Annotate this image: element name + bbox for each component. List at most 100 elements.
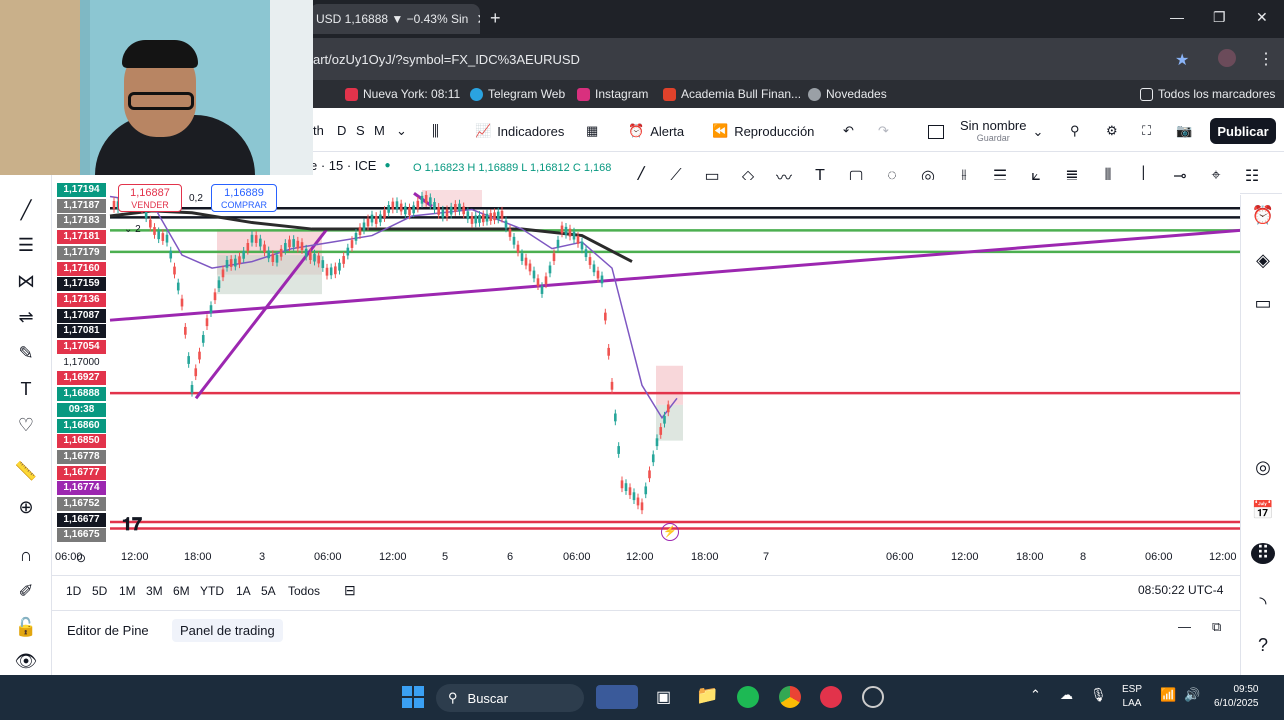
candle (180, 298, 184, 307)
bookmark-instagram[interactable]: Instagram (577, 87, 648, 101)
candle (540, 286, 544, 294)
settings-icon[interactable]: ⚙ (1106, 123, 1118, 139)
undo-icon[interactable]: ↶ (843, 123, 854, 139)
magnet-icon[interactable]: ∩ (14, 545, 38, 566)
fullscreen-icon[interactable]: ⛶ (1142, 123, 1151, 139)
forecast-tool-icon[interactable]: ⇌ (14, 307, 38, 328)
redo-icon[interactable]: ↷ (878, 123, 889, 139)
cloud-icon[interactable]: ☁ (1060, 687, 1073, 703)
lock-icon[interactable]: 🔓 (14, 617, 38, 638)
heart-icon[interactable]: ♡ (14, 415, 38, 436)
lightning-icon[interactable]: ⚡ (661, 523, 679, 541)
interval-item[interactable]: S (356, 123, 365, 138)
candle (620, 480, 624, 489)
layouts-icon[interactable]: ▦ (586, 123, 598, 139)
tab-close-icon[interactable]: ✕ (476, 11, 480, 28)
bookmark-novedades[interactable]: Novedades (808, 87, 887, 101)
settings-app-icon[interactable] (862, 686, 884, 708)
symbol-info[interactable]: e · 15 · ICE ● (310, 158, 391, 173)
candle (379, 214, 382, 223)
chevron-up-icon[interactable]: ⌃ (1030, 687, 1041, 703)
new-tab-button[interactable]: + (490, 8, 501, 29)
browser-tab-active[interactable]: USD 1,16888 ▼ −0.43% Sin ✕ (310, 4, 480, 34)
range-1m[interactable]: 1M (119, 584, 136, 598)
candle (458, 203, 461, 212)
price-chart[interactable] (52, 180, 1240, 545)
range-1d[interactable]: 1D (66, 584, 81, 598)
chrome-icon[interactable] (779, 686, 801, 708)
chat-icon[interactable]: ▭ (1251, 293, 1275, 314)
interval-item[interactable]: th (313, 123, 324, 138)
range-5a[interactable]: 5A (261, 584, 276, 598)
candle (466, 211, 470, 220)
widget-icon[interactable] (596, 685, 638, 709)
tab-pine-editor[interactable]: Editor de Pine (59, 619, 157, 642)
range-3m[interactable]: 3M (146, 584, 163, 598)
brush-tool-icon[interactable]: ✎ (14, 343, 38, 364)
system-clock[interactable]: 09:50 6/10/2025 (1214, 683, 1259, 711)
target-icon[interactable]: ◎ (1251, 457, 1275, 478)
windows-start-icon[interactable] (402, 686, 424, 708)
wifi-icon[interactable]: 📶 (1160, 687, 1176, 703)
all-bookmarks[interactable]: Todos los marcadores (1140, 87, 1275, 101)
close-window-icon[interactable]: ✕ (1256, 9, 1268, 26)
alarm-clock-icon[interactable]: ⏰ (1251, 205, 1275, 226)
apps-grid-icon[interactable]: ⠿ (1251, 543, 1275, 564)
language-indicator[interactable]: ESP LAA (1122, 683, 1142, 711)
interval-item[interactable]: M (374, 123, 385, 138)
calendar-icon[interactable]: 📅 (1251, 500, 1275, 521)
bookmark-star-icon[interactable]: ★ (1175, 50, 1189, 70)
publish-button[interactable]: Publicar (1210, 118, 1276, 144)
symbol-name[interactable]: e · 15 · ICE (310, 158, 376, 173)
minimize-panel-icon[interactable]: — (1178, 619, 1191, 634)
signal-icon[interactable]: ◝ (1251, 593, 1275, 614)
taskbar-search[interactable]: ⚲ Buscar (436, 684, 584, 712)
range-all[interactable]: Todos (288, 584, 320, 598)
help-icon[interactable]: ? (1251, 635, 1275, 656)
volume-icon[interactable]: 🔊 (1184, 687, 1200, 703)
replay-button[interactable]: ⏪ Reproducción (712, 123, 814, 139)
buy-button[interactable]: 1,16889 COMPRAR (211, 184, 277, 212)
ruler-icon[interactable]: 📏 (14, 461, 38, 482)
utc-clock[interactable]: 08:50:22 UTC-4 (1138, 583, 1223, 597)
range-5d[interactable]: 5D (92, 584, 107, 598)
chevron-down-icon[interactable]: ⌄ (396, 123, 407, 139)
tab-trading-panel[interactable]: Panel de trading (172, 619, 283, 642)
maximize-panel-icon[interactable]: ⧉ (1212, 619, 1221, 635)
bookmark-telegram[interactable]: Telegram Web (470, 87, 565, 101)
minimize-icon[interactable]: — (1170, 9, 1184, 25)
search-icon[interactable]: ⚲ (1070, 123, 1080, 139)
interval-item[interactable]: D (337, 123, 346, 138)
layout-name-button[interactable]: Sin nombre Guardar ⌄ (928, 119, 1043, 144)
bookmark-academia[interactable]: Academia Bull Finan... (663, 87, 801, 101)
camera-icon[interactable]: 📷 (1176, 123, 1192, 139)
range-6m[interactable]: 6M (173, 584, 190, 598)
app-icon[interactable] (820, 686, 842, 708)
collapse-count[interactable]: ⌄ 2 (124, 224, 141, 235)
eye-icon[interactable]: 👁 (14, 651, 38, 672)
indicators-button[interactable]: 📈 Indicadores (475, 123, 564, 139)
candle (596, 270, 600, 279)
sell-button[interactable]: 1,16887 VENDER (118, 184, 182, 212)
zoom-icon[interactable]: ⊕ (14, 497, 38, 518)
layers-icon[interactable]: ◈ (1251, 250, 1275, 271)
trendline-tool-icon[interactable]: ╱ (14, 200, 38, 221)
url-text[interactable]: art/ozUy1OyJ/?symbol=FX_IDC%3AEURUSD (313, 52, 580, 67)
bookmark-nueva-york[interactable]: Nueva York: 08:11 (345, 87, 460, 101)
candles-icon[interactable]: ⫼ (432, 123, 439, 140)
spotify-icon[interactable] (737, 686, 759, 708)
alert-button[interactable]: ⏰ Alerta (628, 123, 684, 139)
menu-dots-icon[interactable]: ⋮ (1258, 49, 1274, 69)
mic-icon[interactable]: 🎙 (1090, 687, 1107, 703)
lines-tool-icon[interactable]: ☰ (14, 235, 38, 256)
file-explorer-icon[interactable]: 📁 (696, 685, 718, 706)
pattern-tool-icon[interactable]: ⋈ (14, 271, 38, 292)
range-1a[interactable]: 1A (236, 584, 251, 598)
task-view-icon[interactable]: ▣ (656, 687, 671, 707)
maximize-icon[interactable]: ❐ (1213, 9, 1226, 26)
date-range-icon[interactable]: ⊟ (344, 582, 356, 599)
profile-avatar[interactable] (1218, 49, 1236, 67)
range-ytd[interactable]: YTD (200, 584, 224, 598)
drawing-mode-icon[interactable]: ✐ (14, 581, 38, 602)
text-tool-icon[interactable]: T (14, 379, 38, 400)
